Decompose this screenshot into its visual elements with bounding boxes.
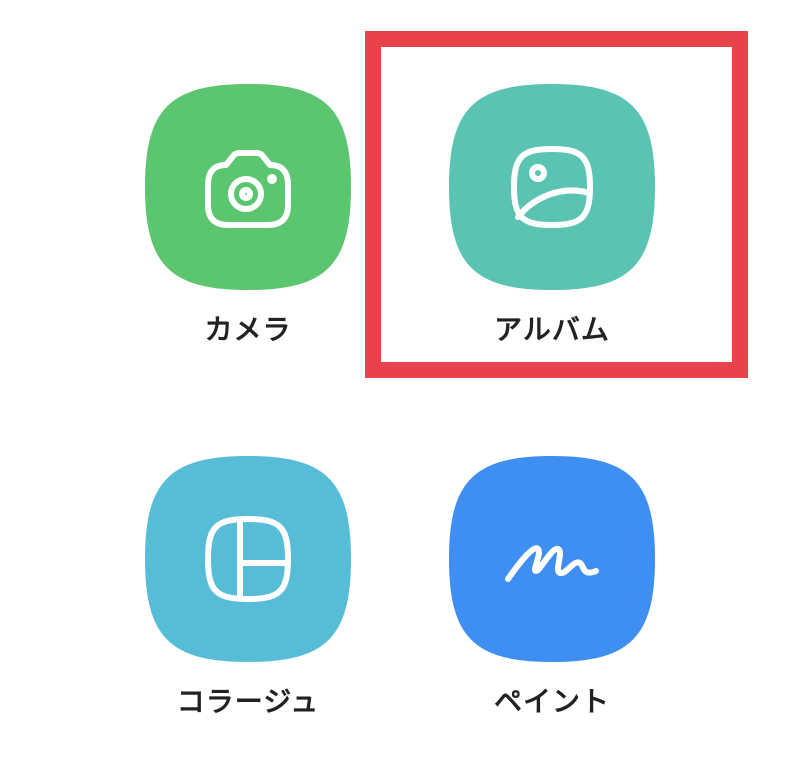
paint-app-button[interactable] bbox=[445, 452, 659, 666]
camera-label: カメラ bbox=[204, 313, 292, 346]
camera-icon bbox=[205, 150, 291, 228]
paint-label: ペイント bbox=[493, 685, 610, 718]
camera-app-button[interactable] bbox=[141, 80, 355, 294]
collage-app-button[interactable] bbox=[141, 452, 355, 666]
collage-label: コラージュ bbox=[176, 685, 320, 718]
scribble-icon bbox=[505, 545, 599, 582]
highlight-frame bbox=[365, 31, 748, 378]
collage-grid-icon bbox=[205, 516, 291, 602]
